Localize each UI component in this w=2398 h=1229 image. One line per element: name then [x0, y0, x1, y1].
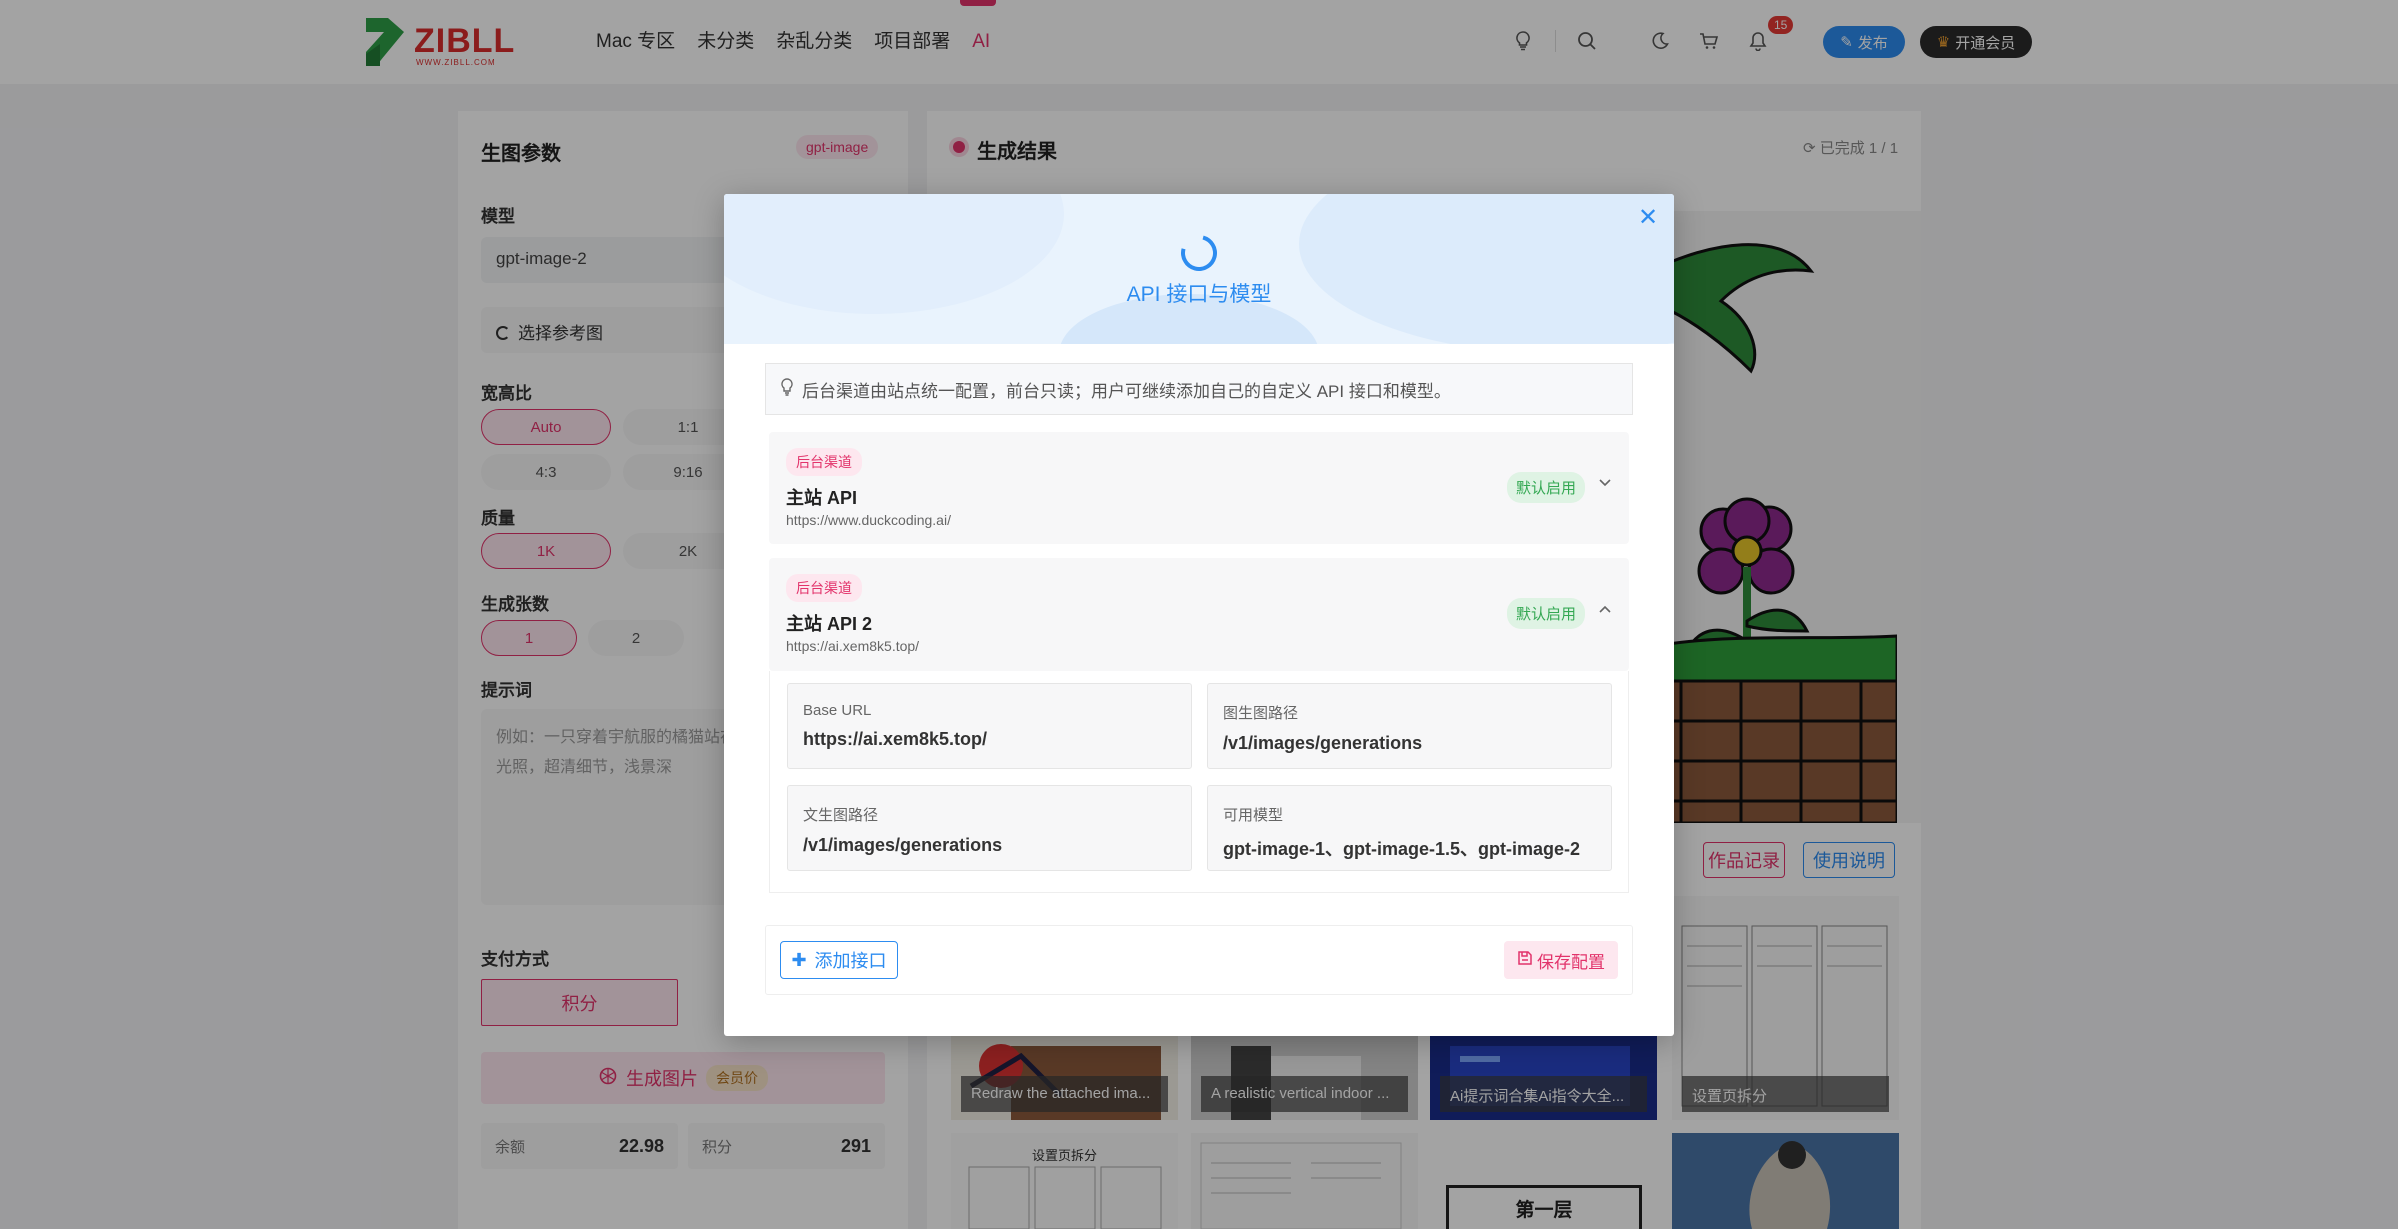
channel-name: 主站 API 2	[786, 614, 873, 634]
hero-decoration	[1299, 194, 1674, 344]
txt2img-path-field: 文生图路径 /v1/images/generations	[787, 785, 1192, 871]
channel-status-badge: 默认启用	[1507, 472, 1586, 503]
chevron-up-icon[interactable]	[1599, 600, 1611, 616]
plus-icon: ✚	[791, 949, 807, 970]
img2img-path-field: 图生图路径 /v1/images/generations	[1207, 683, 1612, 769]
channel-source-tag: 后台渠道	[786, 448, 862, 476]
close-icon[interactable]: ✕	[1638, 206, 1658, 230]
available-models-label: 可用模型	[1223, 807, 1284, 824]
save-config-button[interactable]: 保存配置	[1504, 941, 1618, 979]
channel-status-badge: 默认启用	[1507, 598, 1586, 629]
add-api-label: 添加接口	[814, 951, 887, 971]
modal-hero: API 接口与模型	[724, 194, 1674, 344]
channel-url: https://ai.xem8k5.top/	[786, 638, 920, 654]
channel-url: https://www.duckcoding.ai/	[786, 512, 951, 528]
txt2img-path-value: /v1/images/generations	[803, 835, 1003, 855]
modal-footer: ✚ 添加接口 保存配置	[765, 925, 1633, 995]
api-channel-card[interactable]: 后台渠道 主站 API https://www.duckcoding.ai/ 默…	[769, 432, 1629, 544]
channel-source-tag: 后台渠道	[786, 574, 862, 602]
lightbulb-icon	[780, 377, 794, 401]
chevron-down-icon[interactable]	[1599, 474, 1611, 490]
notice-text: 后台渠道由站点统一配置，前台只读；用户可继续添加自己的自定义 API 接口和模型…	[802, 381, 1451, 401]
base-url-label: Base URL	[803, 702, 872, 719]
save-icon	[1517, 950, 1533, 971]
loading-spinner-icon	[1174, 228, 1224, 278]
modal-notice: 后台渠道由站点统一配置，前台只读；用户可继续添加自己的自定义 API 接口和模型…	[765, 363, 1633, 415]
txt2img-path-label: 文生图路径	[803, 807, 879, 824]
img2img-path-label: 图生图路径	[1223, 705, 1299, 722]
api-config-modal: API 接口与模型 ✕ 后台渠道由站点统一配置，前台只读；用户可继续添加自己的自…	[724, 194, 1674, 1036]
add-api-button[interactable]: ✚ 添加接口	[780, 941, 898, 979]
save-config-label: 保存配置	[1537, 952, 1605, 972]
api-channel-card[interactable]: 后台渠道 主站 API 2 https://ai.xem8k5.top/ 默认启…	[769, 558, 1629, 671]
available-models-field: 可用模型 gpt-image-1、gpt-image-1.5、gpt-image…	[1207, 785, 1612, 871]
channel-detail-panel: Base URL https://ai.xem8k5.top/ 图生图路径 /v…	[769, 671, 1629, 893]
channel-name: 主站 API	[786, 488, 858, 508]
base-url-value: https://ai.xem8k5.top/	[803, 729, 988, 749]
modal-title: API 接口与模型	[1126, 283, 1272, 306]
available-models-value: gpt-image-1、gpt-image-1.5、gpt-image-2	[1223, 839, 1581, 859]
base-url-field: Base URL https://ai.xem8k5.top/	[787, 683, 1192, 769]
img2img-path-value: /v1/images/generations	[1223, 733, 1423, 753]
